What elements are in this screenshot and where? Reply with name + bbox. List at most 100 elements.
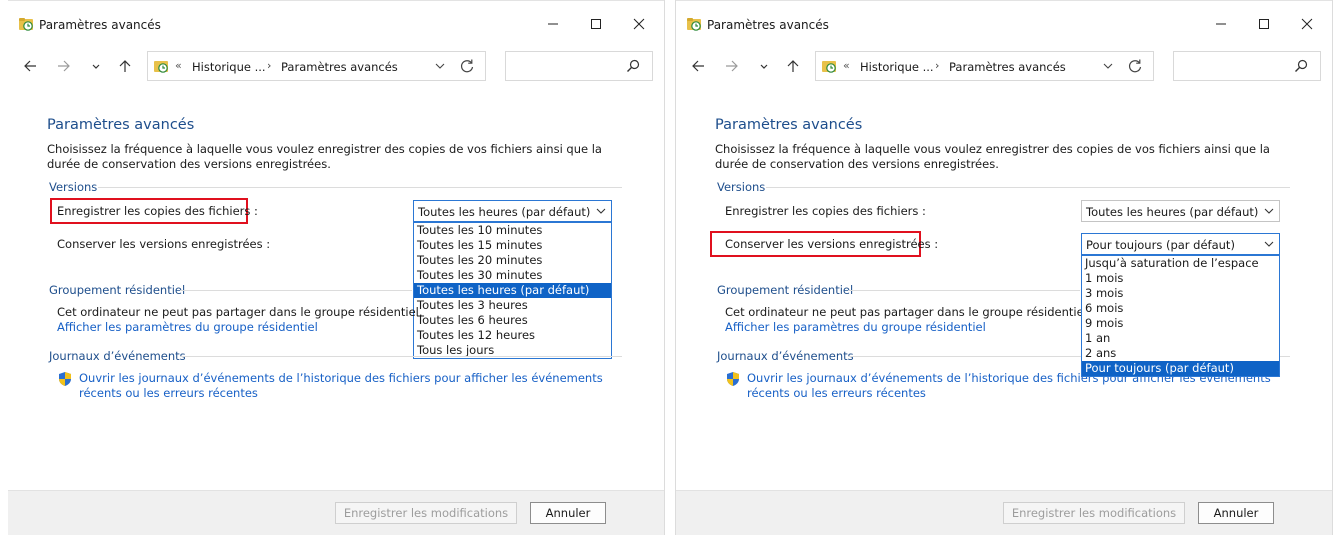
chevron-down-icon (92, 64, 100, 69)
dropdown-option[interactable]: 2 ans (1082, 346, 1279, 361)
dropdown-option[interactable]: Jusqu’à saturation de l’espace (1082, 256, 1279, 271)
chevron-down-icon[interactable] (1101, 60, 1115, 72)
arrow-right-icon (58, 60, 70, 72)
cancel-button[interactable]: Annuler (1198, 502, 1274, 524)
dropdown-option[interactable]: 1 an (1082, 331, 1279, 346)
chevron-down-icon[interactable] (433, 60, 447, 72)
search-icon (1295, 59, 1308, 72)
up-button[interactable] (781, 54, 805, 78)
keep-versions-value: Pour toujours (par défaut) (1086, 238, 1235, 252)
window-title: Paramètres avancés (39, 18, 161, 32)
dropdown-option[interactable]: Toutes les 15 minutes (414, 238, 611, 253)
chevron-down-icon (596, 208, 606, 214)
breadcrumb-separator[interactable]: › (267, 59, 271, 72)
overflow-chevron[interactable]: « (175, 59, 182, 72)
dropdown-option[interactable]: 9 mois (1082, 316, 1279, 331)
window-left: Paramètres avancés « Historique ... › Pa… (8, 0, 665, 535)
recent-locations-button[interactable] (752, 54, 776, 78)
divider (98, 187, 622, 188)
cancel-button[interactable]: Annuler (530, 502, 606, 524)
homegroup-settings-link[interactable]: Afficher les paramètres du groupe réside… (57, 320, 318, 334)
dropdown-option[interactable]: Toutes les 20 minutes (414, 253, 611, 268)
section-event-logs: Journaux d’événements (717, 349, 854, 363)
up-button[interactable] (113, 54, 137, 78)
event-logs-link[interactable]: Ouvrir les journaux d’événements de l’hi… (79, 371, 619, 401)
close-icon (1301, 18, 1313, 30)
chevron-down-icon (760, 64, 768, 69)
refresh-icon[interactable] (1127, 58, 1143, 74)
minimize-button[interactable] (536, 10, 570, 38)
dropdown-option-selected[interactable]: Toutes les heures (par défaut) (414, 283, 611, 298)
dropdown-option[interactable]: Toutes les 30 minutes (414, 268, 611, 283)
minimize-button[interactable] (1204, 10, 1238, 38)
dropdown-option[interactable]: 6 mois (1082, 301, 1279, 316)
maximize-button[interactable] (579, 10, 613, 38)
divider (180, 356, 622, 357)
breadcrumb-current[interactable]: Paramètres avancés (281, 60, 398, 74)
maximize-button[interactable] (1247, 10, 1281, 38)
address-bar[interactable]: « Historique ... › Paramètres avancés (147, 51, 486, 81)
maximize-icon (1259, 19, 1269, 29)
save-copies-combobox[interactable]: Toutes les heures (par défaut) (413, 200, 612, 222)
save-copies-dropdown-list: Toutes les 10 minutes Toutes les 15 minu… (413, 222, 612, 359)
homegroup-text: Cet ordinateur ne peut pas partager dans… (57, 305, 423, 319)
minimize-icon (1216, 23, 1226, 25)
forward-button[interactable] (52, 54, 76, 78)
close-icon (633, 18, 645, 30)
section-versions: Versions (717, 180, 766, 194)
uac-shield-icon (727, 372, 739, 386)
dropdown-option[interactable]: Toutes les 12 heures (414, 328, 611, 343)
section-event-logs: Journaux d’événements (49, 349, 186, 363)
dropdown-option[interactable]: Toutes les 6 heures (414, 313, 611, 328)
save-changes-button[interactable]: Enregistrer les modifications (335, 502, 517, 524)
recent-locations-button[interactable] (84, 54, 108, 78)
breadcrumb-historique[interactable]: Historique ... (860, 60, 934, 74)
save-copies-label: Enregistrer les copies des fichiers : (57, 204, 258, 218)
search-box[interactable] (505, 51, 653, 81)
address-bar[interactable]: « Historique ... › Paramètres avancés (815, 51, 1154, 81)
back-button[interactable] (18, 54, 42, 78)
uac-shield-icon (59, 372, 71, 386)
breadcrumb-current[interactable]: Paramètres avancés (949, 60, 1066, 74)
page-heading: Paramètres avancés (47, 117, 195, 133)
chevron-down-icon (1264, 208, 1274, 214)
dropdown-option-selected[interactable]: Pour toujours (par défaut) (1082, 361, 1279, 376)
file-history-icon (822, 61, 836, 73)
refresh-icon[interactable] (459, 58, 475, 74)
back-button[interactable] (686, 54, 710, 78)
forward-button[interactable] (720, 54, 744, 78)
save-changes-button[interactable]: Enregistrer les modifications (1003, 502, 1185, 524)
keep-versions-combobox[interactable]: Pour toujours (par défaut) (1081, 233, 1280, 255)
breadcrumb-separator[interactable]: › (935, 59, 939, 72)
section-homegroup: Groupement résidentiel (49, 283, 186, 297)
section-versions: Versions (49, 180, 98, 194)
homegroup-settings-link[interactable]: Afficher les paramètres du groupe réside… (725, 320, 986, 334)
close-button[interactable] (622, 10, 656, 38)
file-history-icon (687, 18, 701, 31)
breadcrumb-historique[interactable]: Historique ... (192, 60, 266, 74)
keep-versions-dropdown-list: Jusqu’à saturation de l’espace 1 mois 3 … (1081, 255, 1280, 377)
dropdown-option[interactable]: Toutes les 3 heures (414, 298, 611, 313)
save-copies-combobox[interactable]: Toutes les heures (par défaut) (1081, 200, 1280, 222)
file-history-icon (19, 18, 33, 31)
minimize-icon (548, 23, 558, 25)
section-homegroup: Groupement résidentiel (717, 283, 854, 297)
dropdown-option[interactable]: Toutes les 10 minutes (414, 223, 611, 238)
keep-versions-label: Conserver les versions enregistrées : (725, 237, 939, 251)
search-box[interactable] (1173, 51, 1321, 81)
maximize-icon (591, 19, 601, 29)
navigation-bar: « Historique ... › Paramètres avancés (8, 50, 664, 84)
close-button[interactable] (1290, 10, 1324, 38)
divider (180, 290, 412, 291)
navigation-bar: « Historique ... › Paramètres avancés (676, 50, 1332, 84)
save-copies-value: Toutes les heures (par défaut) (418, 205, 591, 219)
overflow-chevron[interactable]: « (843, 59, 850, 72)
page-description: Choisissez la fréquence à laquelle vous … (715, 142, 1270, 171)
dropdown-option[interactable]: 3 mois (1082, 286, 1279, 301)
window-title: Paramètres avancés (707, 18, 829, 32)
title-bar: Paramètres avancés (8, 0, 664, 46)
file-history-icon (154, 61, 168, 73)
arrow-right-icon (726, 60, 738, 72)
homegroup-text: Cet ordinateur ne peut pas partager dans… (725, 305, 1091, 319)
dropdown-option[interactable]: 1 mois (1082, 271, 1279, 286)
